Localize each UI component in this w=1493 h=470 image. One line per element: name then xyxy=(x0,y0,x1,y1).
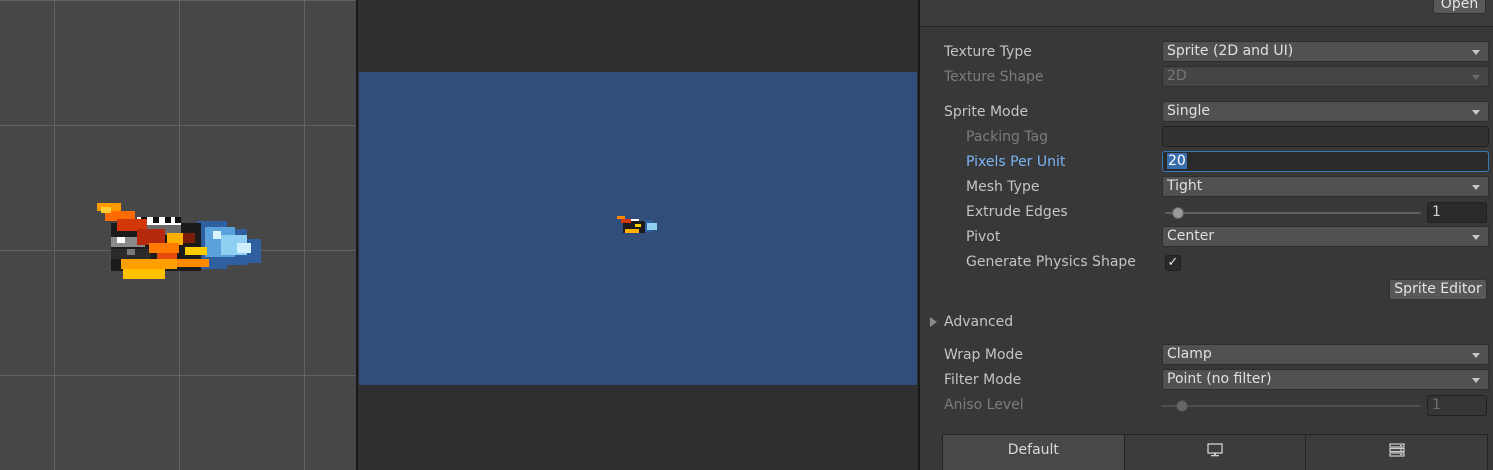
open-button[interactable]: Open xyxy=(1433,0,1486,14)
filter-mode-label: Filter Mode xyxy=(944,372,1022,388)
aniso-level-slider-track xyxy=(1161,405,1421,407)
texture-shape-dropdown: 2D xyxy=(1162,66,1489,87)
pivot-dropdown[interactable]: Center xyxy=(1162,226,1489,247)
mesh-type-dropdown[interactable]: Tight xyxy=(1162,176,1489,197)
texture-type-dropdown[interactable]: Sprite (2D and UI) xyxy=(1162,41,1489,62)
texture-type-label: Texture Type xyxy=(944,44,1032,60)
sprite-mode-label: Sprite Mode xyxy=(944,104,1029,120)
packing-tag-label: Packing Tag xyxy=(966,129,1048,145)
game-canvas[interactable] xyxy=(359,72,917,385)
chevron-down-icon xyxy=(1472,110,1480,115)
server-icon xyxy=(1389,443,1405,457)
chevron-down-icon xyxy=(1472,50,1480,55)
sprite-mode-dropdown[interactable]: Single xyxy=(1162,101,1489,122)
extrude-edges-slider-track[interactable] xyxy=(1165,212,1421,214)
spaceship-small-sprite xyxy=(617,216,657,233)
import-settings-inspector: Open Texture Type Sprite (2D and UI) Tex… xyxy=(920,0,1493,470)
texture-type-value: Sprite (2D and UI) xyxy=(1167,43,1294,59)
checkmark-icon: ✓ xyxy=(1167,255,1179,270)
extrude-edges-label: Extrude Edges xyxy=(966,204,1068,220)
extrude-edges-slider-handle[interactable] xyxy=(1172,207,1184,219)
chevron-down-icon xyxy=(1472,378,1480,383)
pivot-value: Center xyxy=(1167,228,1215,244)
filter-mode-dropdown[interactable]: Point (no filter) xyxy=(1162,369,1489,390)
sprite-preview-panel[interactable] xyxy=(0,0,356,470)
wrap-mode-label: Wrap Mode xyxy=(944,347,1024,363)
game-view-panel xyxy=(358,0,918,470)
monitor-icon xyxy=(1207,443,1223,457)
wrap-mode-value: Clamp xyxy=(1167,346,1212,362)
wrap-mode-dropdown[interactable]: Clamp xyxy=(1162,344,1489,365)
pixels-per-unit-value: 20 xyxy=(1167,153,1187,169)
spaceship-sprite xyxy=(97,203,261,279)
inspector-header xyxy=(920,0,1493,27)
pixels-per-unit-field[interactable]: 20 xyxy=(1162,151,1489,172)
sprite-mode-value: Single xyxy=(1167,103,1211,119)
mesh-type-value: Tight xyxy=(1167,178,1203,194)
tab-standalone[interactable] xyxy=(1124,435,1307,470)
pivot-label: Pivot xyxy=(966,229,1001,245)
packing-tag-field[interactable] xyxy=(1162,126,1489,147)
tab-default[interactable]: Default xyxy=(943,435,1125,470)
platform-tabs: Default xyxy=(942,434,1488,470)
aniso-level-label: Aniso Level xyxy=(944,397,1024,413)
generate-physics-shape-checkbox[interactable]: ✓ xyxy=(1165,255,1181,271)
advanced-foldout-label[interactable]: Advanced xyxy=(944,311,1013,333)
filter-mode-value: Point (no filter) xyxy=(1167,371,1272,387)
texture-shape-label: Texture Shape xyxy=(944,69,1044,85)
aniso-level-slider-handle xyxy=(1176,400,1188,412)
aniso-level-field: 1 xyxy=(1427,395,1487,416)
mesh-type-label: Mesh Type xyxy=(966,179,1040,195)
pixels-per-unit-label: Pixels Per Unit xyxy=(966,154,1066,170)
texture-shape-value: 2D xyxy=(1167,68,1187,84)
generate-physics-shape-label: Generate Physics Shape xyxy=(966,254,1136,270)
chevron-down-icon xyxy=(1472,75,1480,80)
sprite-editor-button[interactable]: Sprite Editor xyxy=(1389,279,1487,300)
foldout-arrow-icon[interactable] xyxy=(930,317,937,327)
unity-editor: Open Texture Type Sprite (2D and UI) Tex… xyxy=(0,0,1493,470)
chevron-down-icon xyxy=(1472,185,1480,190)
chevron-down-icon xyxy=(1472,235,1480,240)
tab-server[interactable] xyxy=(1306,435,1488,470)
extrude-edges-field[interactable]: 1 xyxy=(1427,202,1487,223)
tab-default-label: Default xyxy=(1007,442,1059,458)
chevron-down-icon xyxy=(1472,353,1480,358)
